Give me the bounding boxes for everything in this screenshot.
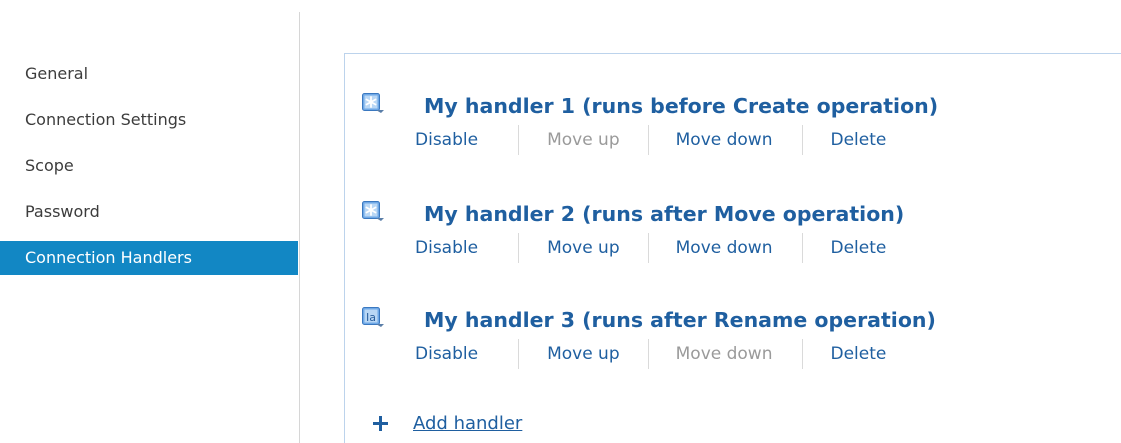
separator xyxy=(801,125,803,155)
handler-item: My handler 2 (runs after Move operation)… xyxy=(362,201,1102,263)
disable-button[interactable]: Disable xyxy=(415,339,478,369)
disable-button[interactable]: Disable xyxy=(415,125,478,155)
move-up-button[interactable]: Move up xyxy=(547,233,620,263)
handler-item: My handler 1 (runs before Create operati… xyxy=(362,93,1102,155)
separator xyxy=(647,339,649,369)
separator xyxy=(801,233,803,263)
text-script-icon: Ia xyxy=(362,307,384,329)
delete-button[interactable]: Delete xyxy=(831,125,887,155)
svg-text:Ia: Ia xyxy=(366,311,376,324)
sidebar-item-connection-handlers[interactable]: Connection Handlers xyxy=(0,241,298,275)
handler-header: Ia My handler 3 (runs after Rename opera… xyxy=(362,307,1102,337)
handler-item: Ia My handler 3 (runs after Rename opera… xyxy=(362,307,1102,369)
separator xyxy=(518,339,520,369)
separator xyxy=(518,125,520,155)
move-down-button: Move down xyxy=(675,344,773,364)
sidebar-item-scope[interactable]: Scope xyxy=(0,149,298,183)
connection-handlers-page: General Connection Settings Scope Passwo… xyxy=(0,0,1121,443)
plus-icon[interactable] xyxy=(373,415,388,431)
separator xyxy=(647,233,649,263)
asterisk-script-icon xyxy=(362,93,384,115)
sidebar: General Connection Settings Scope Passwo… xyxy=(0,0,298,443)
handler-actions: Disable Move up Move down Delete xyxy=(415,339,886,369)
separator xyxy=(518,233,520,263)
separator xyxy=(801,339,803,369)
sidebar-item-password[interactable]: Password xyxy=(0,195,298,229)
handler-actions: Disable Move up Move down Delete xyxy=(415,233,886,263)
sidebar-item-connection-settings[interactable]: Connection Settings xyxy=(0,103,298,137)
move-up-button[interactable]: Move up xyxy=(547,339,620,369)
sidebar-nav: General Connection Settings Scope Passwo… xyxy=(0,57,298,287)
add-handler-link[interactable]: Add handler xyxy=(413,413,522,434)
handler-header: My handler 2 (runs after Move operation) xyxy=(362,201,1102,231)
asterisk-script-icon xyxy=(362,201,384,223)
delete-button[interactable]: Delete xyxy=(831,233,887,263)
add-handler-row: Add handler xyxy=(373,410,522,436)
handler-actions: Disable Move up Move down Delete xyxy=(415,125,886,155)
handler-title[interactable]: My handler 2 (runs after Move operation) xyxy=(424,201,904,227)
handler-title[interactable]: My handler 3 (runs after Rename operatio… xyxy=(424,307,936,333)
delete-button[interactable]: Delete xyxy=(831,339,887,369)
disable-button[interactable]: Disable xyxy=(415,233,478,263)
separator xyxy=(647,125,649,155)
handler-title[interactable]: My handler 1 (runs before Create operati… xyxy=(424,93,938,119)
handler-header: My handler 1 (runs before Create operati… xyxy=(362,93,1102,123)
sidebar-item-general[interactable]: General xyxy=(0,57,298,91)
sidebar-divider xyxy=(299,12,300,443)
move-down-button[interactable]: Move down xyxy=(676,233,773,263)
move-up-button: Move up xyxy=(547,130,620,150)
move-down-button[interactable]: Move down xyxy=(676,125,773,155)
